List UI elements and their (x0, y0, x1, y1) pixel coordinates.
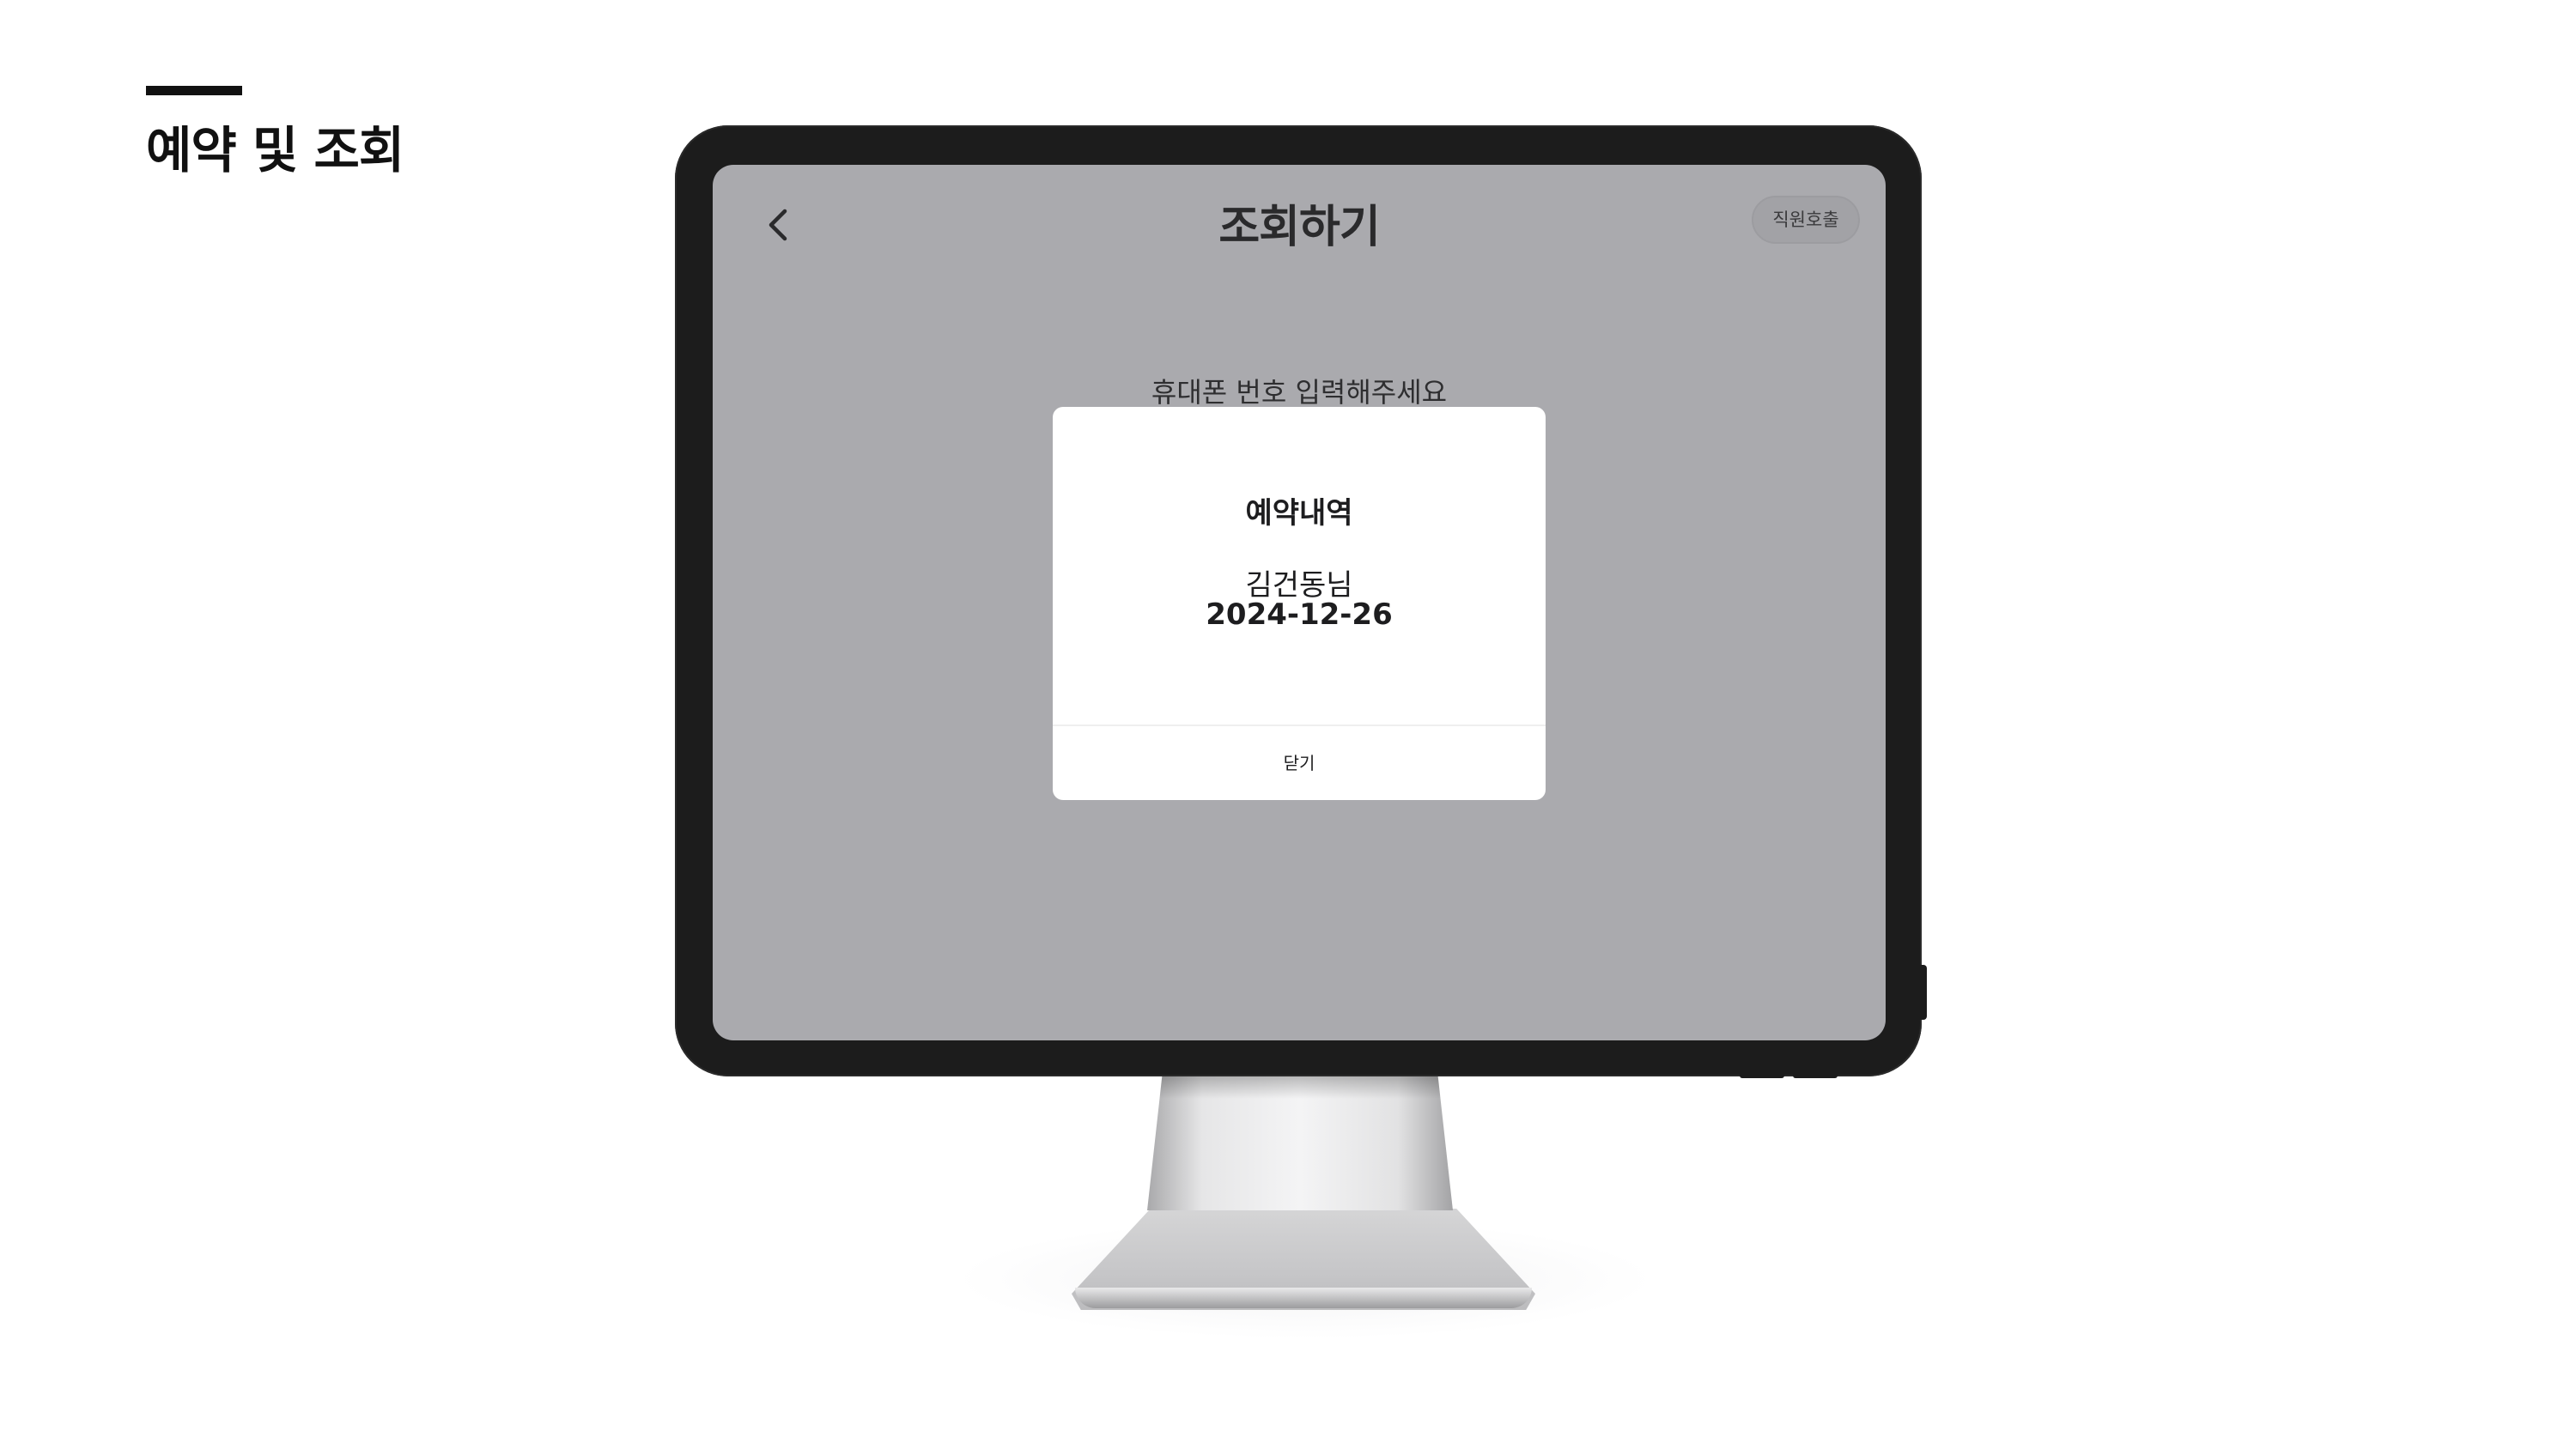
tablet-side-button (1918, 965, 1927, 1020)
section-title: 예약 및 조회 (146, 121, 404, 179)
staff-call-button[interactable]: 직원호출 (1752, 196, 1860, 244)
slide-page: 예약 및 조회 조회하기 직원호출 휴대폰 번호 입력해주세요 예약내역 김건동… (0, 0, 2576, 1449)
close-button[interactable]: 닫기 (1053, 726, 1546, 800)
tablet-volume-button (1740, 1073, 1784, 1078)
reservation-date: 2024-12-26 (1206, 597, 1393, 632)
tablet-volume-button (1793, 1073, 1838, 1078)
phone-input-prompt: 휴대폰 번호 입력해주세요 (1151, 376, 1448, 409)
tablet-screen: 조회하기 직원호출 휴대폰 번호 입력해주세요 예약내역 김건동님 2024-1… (713, 165, 1886, 1040)
dialog-title: 예약내역 (1245, 496, 1353, 530)
section-accent-bar (146, 86, 242, 95)
reservation-dialog: 예약내역 김건동님 2024-12-26 닫기 (1053, 407, 1546, 800)
monitor-stand-base-edge (1075, 1288, 1532, 1308)
page-title: 조회하기 (1218, 202, 1380, 253)
monitor-stand-shadow (1159, 1073, 1441, 1099)
